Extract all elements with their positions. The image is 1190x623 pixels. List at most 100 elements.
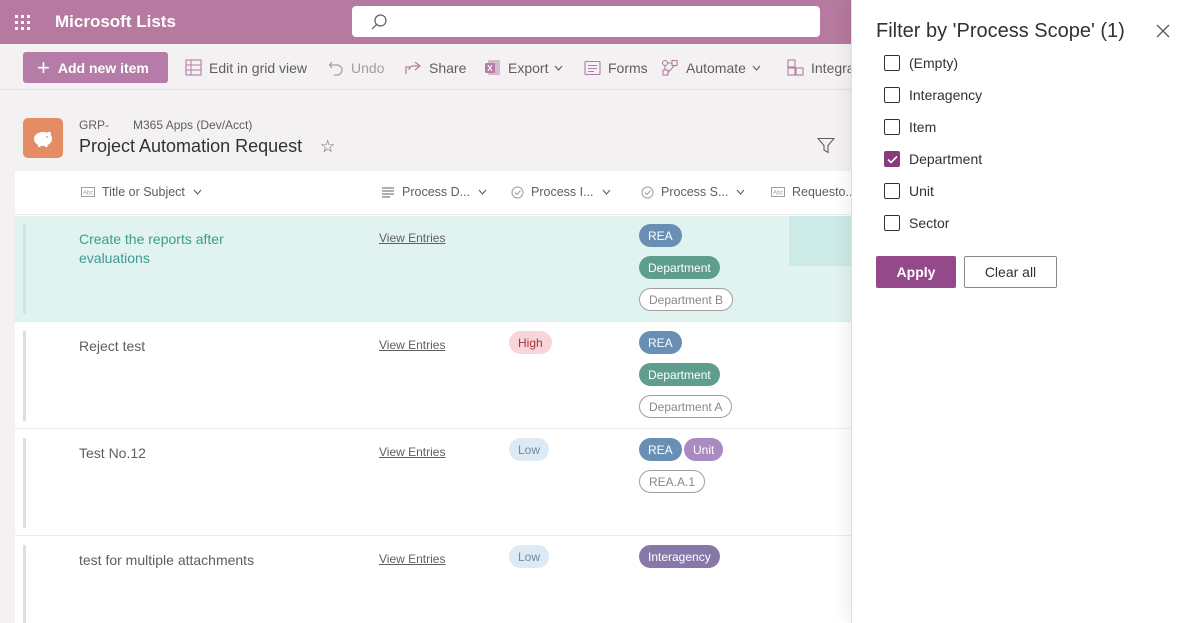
scope-pill: Department A [639,395,733,418]
chevron-down-icon [602,189,610,195]
undo-icon [328,61,343,76]
row-title[interactable]: Reject test [79,337,269,356]
scope-pill: Department B [639,288,734,311]
checkbox[interactable] [884,183,900,199]
view-entries-link[interactable]: View Entries [379,231,445,245]
export-label: Export [508,59,549,76]
filter-option-label: Unit [909,183,934,199]
column-header-title[interactable]: Abc Title or Subject [81,185,202,199]
chevron-down-icon [752,65,761,71]
view-entries-link[interactable]: View Entries [379,338,445,352]
filter-option-item[interactable]: Item [884,117,936,137]
column-header-label: Title or Subject [102,185,185,199]
table-row[interactable]: Test No.12 View Entries Low REA Unit REA… [15,430,851,536]
checkbox[interactable] [884,215,900,231]
row-selection-bar[interactable] [23,438,26,528]
add-new-item-button[interactable]: + Add new item [23,52,168,83]
clear-all-button[interactable]: Clear all [964,256,1057,288]
table-row[interactable]: test for multiple attachments View Entri… [15,537,851,623]
filter-option-department[interactable]: Department [884,149,982,169]
column-header-process-impact[interactable]: Process I... [511,185,611,199]
row-selection-bar[interactable] [23,331,26,421]
scope-pill: Interagency [639,545,720,568]
filter-option-interagency[interactable]: Interagency [884,85,982,105]
undo-button[interactable]: Undo [328,52,384,83]
scope-pill: Department [639,363,720,386]
table-row[interactable]: Create the reports after evaluations Vie… [15,216,851,322]
column-headers: Abc Title or Subject Process D... Proces… [15,171,851,215]
row-title[interactable]: Create the reports after evaluations [79,230,269,268]
forms-icon [584,60,601,75]
chevron-down-icon [555,65,563,71]
grid-icon [185,59,202,76]
piggy-bank-icon [23,118,63,158]
multiline-text-icon [382,187,394,198]
apply-button[interactable]: Apply [876,256,956,288]
plus-icon: + [37,54,50,80]
text-field-icon: Abc [771,187,785,197]
search-input[interactable] [352,6,820,37]
scope-pill: Department [639,256,720,279]
view-entries-link[interactable]: View Entries [379,445,445,459]
view-entries-link[interactable]: View Entries [379,552,445,566]
row-edge [789,216,851,266]
table-row[interactable]: Reject test View Entries High REA Depart… [15,323,851,429]
column-header-label: Requesto... [792,185,851,199]
breadcrumb-group[interactable]: GRP- [79,118,109,132]
undo-label: Undo [351,59,385,76]
filter-option-label: Department [909,151,983,167]
automate-button[interactable]: Automate [661,52,761,83]
forms-label: Forms [608,59,648,76]
svg-text:Abc: Abc [773,191,783,197]
edit-grid-view-label: Edit in grid view [209,59,308,76]
svg-text:X: X [487,64,493,73]
filter-option-label: (Empty) [909,55,958,71]
app-launcher-icon[interactable] [0,0,44,44]
priority-pill: Low [509,438,550,461]
column-header-requestor[interactable]: Abc Requesto... [771,185,851,199]
filter-option-label: Interagency [909,87,983,103]
checkbox[interactable] [884,87,900,103]
list-header: GRP- M365 Apps (Dev/Acct) Project Automat… [0,90,851,170]
share-button[interactable]: Share [405,52,466,83]
column-header-process-scope[interactable]: Process S... [641,185,745,199]
share-label: Share [429,59,467,76]
export-button[interactable]: X Export [484,52,563,83]
svg-text:Abc: Abc [83,191,93,197]
excel-icon: X [485,60,500,75]
app-name[interactable]: Microsoft Lists [55,12,176,32]
scope-pill: REA [639,224,682,247]
automate-label: Automate [686,59,746,76]
row-selection-bar[interactable] [23,545,26,623]
checkbox[interactable] [884,55,900,71]
list-grid: Abc Title or Subject Process D... Proces… [15,171,851,623]
scope-pill: REA [639,331,682,354]
list-title: Project Automation Request [79,136,303,156]
search-icon [371,13,387,29]
checkbox-checked[interactable] [884,151,900,167]
checkbox[interactable] [884,119,900,135]
row-selection-bar[interactable] [23,224,26,314]
filter-option-empty[interactable]: (Empty) [884,53,958,73]
filter-icon[interactable] [816,137,836,159]
favorite-star-icon[interactable]: ☆ [320,137,335,157]
checkmark-icon [886,155,898,164]
add-new-item-label: Add new item [57,59,149,76]
share-icon [405,61,421,74]
column-header-label: Process D... [402,185,471,199]
scope-pill: Unit [684,438,724,461]
filter-option-unit[interactable]: Unit [884,181,934,201]
row-title[interactable]: test for multiple attachments [79,551,269,570]
filter-panel: Filter by 'Process Scope' (1) (Empty) In… [851,0,1190,623]
row-title[interactable]: Test No.12 [79,444,269,463]
priority-pill: Low [509,545,550,568]
filter-option-sector[interactable]: Sector [884,213,949,233]
breadcrumb-site[interactable]: M365 Apps (Dev/Acct) [133,118,252,132]
close-icon[interactable] [1154,22,1172,40]
forms-button[interactable]: Forms [584,52,648,83]
integrate-button[interactable]: Integra [787,52,855,83]
filter-option-label: Sector [909,215,950,231]
edit-grid-view-button[interactable]: Edit in grid view [185,52,307,83]
scope-pill: REA.A.1 [639,470,706,493]
column-header-process-description[interactable]: Process D... [381,185,487,199]
